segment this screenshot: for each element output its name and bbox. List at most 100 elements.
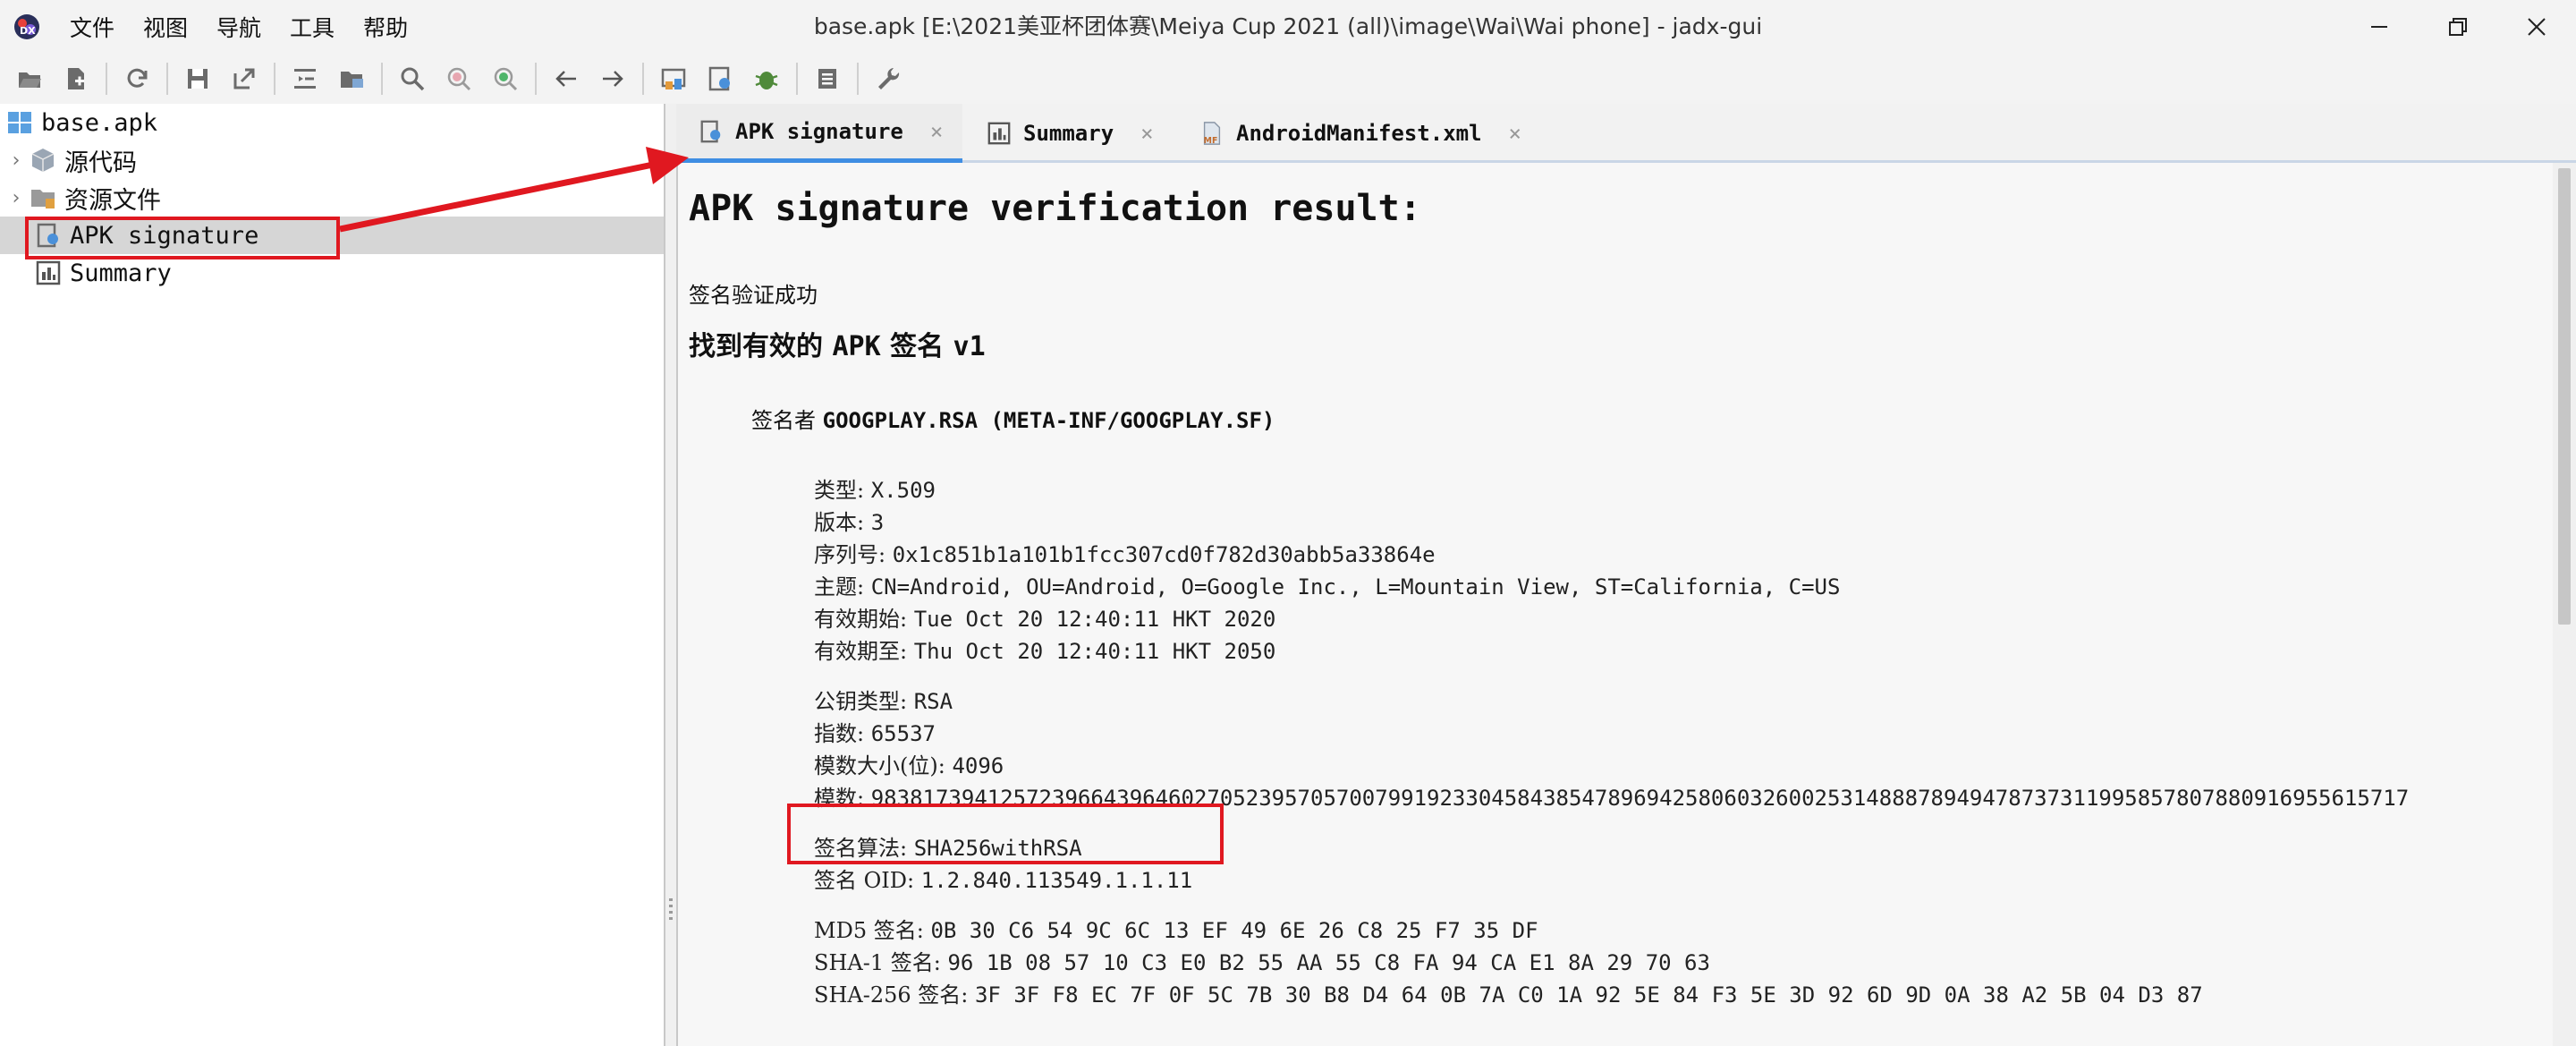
field-version: 版本: 3: [814, 505, 884, 536]
field-modulus-size: 模数大小(位): 4096: [814, 748, 1004, 779]
field-value: 3: [870, 510, 885, 535]
chevron-right-icon[interactable]: ›: [7, 187, 25, 209]
preferences-button[interactable]: [868, 58, 909, 99]
field-value: 0x1c851b1a101b1fcc307cd0f782d30abb5a3386…: [892, 542, 1436, 567]
tab-label: Summary: [1023, 121, 1114, 146]
field-value: 0B 30 C6 54 9C 6C 13 EF 49 6E 26 C8 25 F…: [930, 918, 1538, 943]
field-value: 65537: [870, 721, 936, 746]
sync-tree-button[interactable]: [331, 58, 372, 99]
tree-root-label: base.apk: [41, 108, 158, 137]
found-prefix: 找到有效的: [689, 331, 823, 362]
close-window-button[interactable]: [2497, 0, 2576, 54]
field-value: 96 1B 08 57 10 C3 E0 B2 55 AA 55 C8 FA 9…: [947, 950, 1710, 975]
export-icon: [233, 68, 255, 89]
tab-close-icon[interactable]: ×: [1509, 121, 1521, 146]
scrollbar-thumb[interactable]: [2558, 168, 2571, 625]
certificate-icon: [698, 118, 724, 145]
field-label: MD5 签名:: [814, 918, 931, 943]
menu-navigation[interactable]: 导航: [216, 7, 261, 47]
field-value: 1.2.840.113549.1.1.11: [920, 868, 1193, 893]
field-sha1: SHA-1 签名: 96 1B 08 57 10 C3 E0 B2 55 AA …: [814, 945, 1710, 976]
menu-view[interactable]: 视图: [143, 7, 188, 47]
field-label: 主题:: [814, 574, 871, 600]
menu-bar: 文件 视图 导航 工具 帮助: [70, 0, 436, 54]
tab-summary[interactable]: Summary ×: [986, 104, 1154, 163]
minimize-button[interactable]: [2340, 0, 2419, 54]
close-icon: [2528, 18, 2546, 36]
annotation-box-algorithm: [787, 804, 1224, 864]
log-viewer-button[interactable]: [699, 58, 741, 99]
export-button[interactable]: [224, 58, 265, 99]
field-serial: 序列号: 0x1c851b1a101b1fcc307cd0f782d30abb5…: [814, 537, 1436, 568]
found-mid: 签名: [890, 331, 945, 362]
signature-report: APK signature verification result: 签名验证成…: [676, 163, 2553, 1046]
menu-file[interactable]: 文件: [70, 7, 114, 47]
toolbar-separator: [106, 63, 107, 95]
tree-item-resources[interactable]: › 资源文件: [0, 179, 664, 217]
back-button[interactable]: [546, 58, 587, 99]
tree-root[interactable]: base.apk: [0, 104, 664, 141]
field-valid-from: 有效期始: Tue Oct 20 12:40:11 HKT 2020: [814, 601, 1275, 633]
panel-splitter[interactable]: [665, 104, 676, 1046]
class-search-button[interactable]: [485, 58, 526, 99]
restore-button[interactable]: [2419, 0, 2497, 54]
tab-androidmanifest[interactable]: MF AndroidManifest.xml ×: [1199, 104, 1521, 163]
tree-item-summary[interactable]: Summary: [0, 254, 664, 292]
field-key-type: 公钥类型: RSA: [814, 684, 953, 715]
forward-button[interactable]: [592, 58, 633, 99]
toolbar-separator: [857, 63, 859, 95]
chevron-right-icon[interactable]: ›: [7, 149, 25, 172]
field-label: 签名 OID:: [814, 868, 921, 893]
expand-tree-button[interactable]: [284, 58, 326, 99]
title-bar: DX 文件 视图 导航 工具 帮助 base.apk [E:\2021美亚杯团体…: [0, 0, 2576, 54]
restore-icon: [2449, 18, 2467, 36]
save-all-button[interactable]: [177, 58, 218, 99]
summary-icon: [34, 259, 63, 287]
signature-found-heading: 找到有效的 APK 签名 v1: [689, 324, 986, 363]
report-heading: APK signature verification result:: [689, 188, 1421, 229]
tab-close-icon[interactable]: ×: [1140, 121, 1153, 146]
tree-item-label: Summary: [70, 259, 172, 287]
toolbar-separator: [381, 63, 383, 95]
splitter-grip[interactable]: [669, 898, 673, 922]
field-label: SHA-256 签名:: [814, 982, 975, 1008]
text-search-button[interactable]: [438, 58, 479, 99]
menu-tools[interactable]: 工具: [290, 7, 335, 47]
reload-button[interactable]: [116, 58, 157, 99]
search-button[interactable]: [392, 58, 433, 99]
field-md5: MD5 签名: 0B 30 C6 54 9C 6C 13 EF 49 6E 26…: [814, 913, 1538, 944]
debug-icon: [755, 72, 778, 89]
editor-tabs: APK signature × Summary × MF AndroidMani…: [676, 104, 2576, 163]
toolbar-separator: [166, 63, 168, 95]
field-label: 有效期始:: [814, 607, 914, 632]
found-version: v1: [953, 331, 986, 362]
vertical-scrollbar[interactable]: [2553, 163, 2576, 1046]
tree-item-source-code[interactable]: › 源代码: [0, 141, 664, 179]
package-icon: [29, 146, 57, 174]
tab-close-icon[interactable]: ×: [930, 119, 943, 144]
list-button[interactable]: [807, 58, 848, 99]
signer-value: GOOGPLAY.RSA (META-INF/GOOGPLAY.SF): [822, 408, 1275, 433]
toolbar: [0, 54, 2576, 104]
field-value: CN=Android, OU=Android, O=Google Inc., L…: [870, 574, 1841, 600]
open-file-button[interactable]: [9, 58, 50, 99]
field-label: 有效期至:: [814, 639, 914, 664]
tab-label: AndroidManifest.xml: [1236, 121, 1482, 146]
sync-tree-icon: [341, 72, 363, 88]
menu-help[interactable]: 帮助: [363, 7, 408, 47]
toolbar-separator: [796, 63, 798, 95]
window-controls: [2340, 0, 2576, 54]
field-valid-to: 有效期至: Thu Oct 20 12:40:11 HKT 2050: [814, 634, 1275, 665]
tab-apk-signature[interactable]: APK signature ×: [676, 104, 962, 163]
tree-item-label: 源代码: [64, 149, 137, 177]
annotation-box-tree: [25, 217, 340, 259]
field-label: 类型:: [814, 478, 871, 503]
field-subject: 主题: CN=Android, OU=Android, O=Google Inc…: [814, 569, 1840, 600]
add-files-button[interactable]: [55, 58, 97, 99]
field-label: SHA-1 签名:: [814, 950, 948, 975]
debug-button[interactable]: [746, 58, 787, 99]
class-search-icon: [494, 67, 518, 91]
deobfuscation-button[interactable]: [653, 58, 694, 99]
svg-text:DX: DX: [20, 25, 36, 37]
search-icon: [401, 67, 425, 91]
